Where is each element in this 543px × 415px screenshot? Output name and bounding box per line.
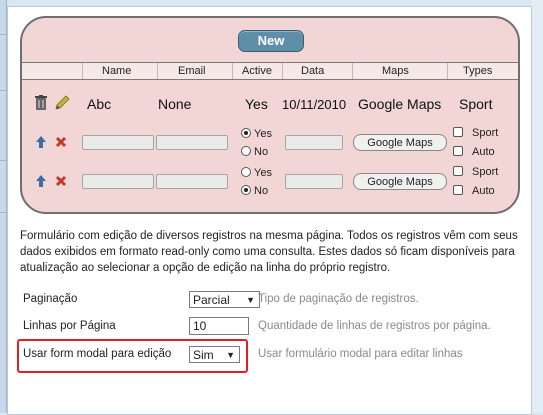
pagination-row: Paginação Parcial ▼ Tipo de paginação de… [23,290,523,310]
left-frame-divider [0,160,6,161]
checkbox-label: Sport [472,127,499,139]
column-header-maps: Maps [382,65,409,77]
column-separator [232,63,233,79]
checkbox-icon [453,127,463,137]
name-field[interactable] [82,135,154,150]
active-no-radio[interactable]: No [241,184,268,198]
radio-label: No [254,146,269,158]
column-separator [352,63,353,79]
email-field[interactable] [156,174,228,189]
radio-label: No [254,185,269,197]
modal-form-hint: Usar formulário modal para editar linhas [258,348,463,360]
column-header-email: Email [178,65,206,77]
highlight-box [17,339,248,373]
google-maps-button[interactable]: Google Maps [353,173,447,190]
checkbox-label: Auto [472,185,495,197]
pagination-label: Paginação [23,293,78,305]
caret-down-icon: ▼ [246,295,255,305]
column-separator [282,63,283,79]
radio-unselected-icon [241,167,251,177]
column-separator [447,63,448,79]
active-yes-radio[interactable]: Yes [241,127,272,141]
rows-per-page-row: Linhas por Página 10 Quantidade de linha… [23,317,523,337]
radio-selected-icon [241,185,251,195]
column-separator [157,63,158,79]
checkbox-icon [453,185,463,195]
view-data: 10/11/2010 [282,97,347,112]
view-types: Sport [459,96,493,112]
pencil-icon[interactable] [54,95,70,113]
rows-per-page-hint: Quantidade de linhas de registros por pá… [258,320,491,332]
radio-label: Yes [254,128,272,140]
google-maps-button[interactable]: Google Maps [353,134,447,151]
right-frame-edge [531,0,543,413]
date-field[interactable] [285,135,343,150]
checkbox-label: Auto [472,146,495,158]
x-icon[interactable] [55,175,67,189]
name-field[interactable] [82,174,154,189]
active-yes-radio[interactable]: Yes [241,166,272,180]
sport-checkbox[interactable]: Sport [453,165,498,179]
new-button[interactable]: New [238,30,304,52]
rows-per-page-input[interactable]: 10 [189,317,249,335]
view-name: Abc [87,96,112,112]
edit-row: Yes No Google Maps Sport Auto [22,124,518,162]
left-frame-divider [0,212,6,213]
arrow-up-icon[interactable] [35,174,47,190]
radio-label: Yes [254,167,272,179]
auto-checkbox[interactable]: Auto [453,184,495,198]
arrow-up-icon[interactable] [35,135,47,151]
column-separator [82,63,83,79]
view-active: Yes [245,96,268,112]
pagination-hint: Tipo de paginação de registros. [258,293,419,305]
column-header-row: Name Email Active Data Maps Types [22,62,518,80]
trash-icon[interactable] [34,95,48,113]
layout-preview-panel: New Name Email Active Data Maps Types Ab… [20,16,520,214]
view-maps: Google Maps [358,96,442,112]
left-frame-strip [0,0,7,413]
radio-selected-icon [241,128,251,138]
active-no-radio[interactable]: No [241,145,268,159]
pagination-value: Parcial [193,293,230,307]
checkbox-icon [453,146,463,156]
left-frame-divider [0,34,6,35]
sport-checkbox[interactable]: Sport [453,126,498,140]
column-header-active: Active [242,65,272,77]
auto-checkbox[interactable]: Auto [453,145,495,159]
radio-unselected-icon [241,146,251,156]
email-field[interactable] [156,135,228,150]
edit-row: Yes No Google Maps Sport Auto [22,163,518,201]
checkbox-icon [453,166,463,176]
rows-per-page-label: Linhas por Página [23,320,116,332]
view-email: None [158,96,192,112]
column-header-name: Name [102,65,132,77]
layout-description: Formulário com edição de diversos regist… [20,230,518,274]
checkbox-label: Sport [472,166,499,178]
left-frame-divider [0,90,6,91]
view-row: Abc None Yes 10/11/2010 Google Maps Spor… [22,90,518,116]
x-icon[interactable] [55,136,67,150]
date-field[interactable] [285,174,343,189]
column-header-types: Types [463,65,493,77]
pagination-select[interactable]: Parcial ▼ [189,291,260,308]
column-header-data: Data [301,65,325,77]
